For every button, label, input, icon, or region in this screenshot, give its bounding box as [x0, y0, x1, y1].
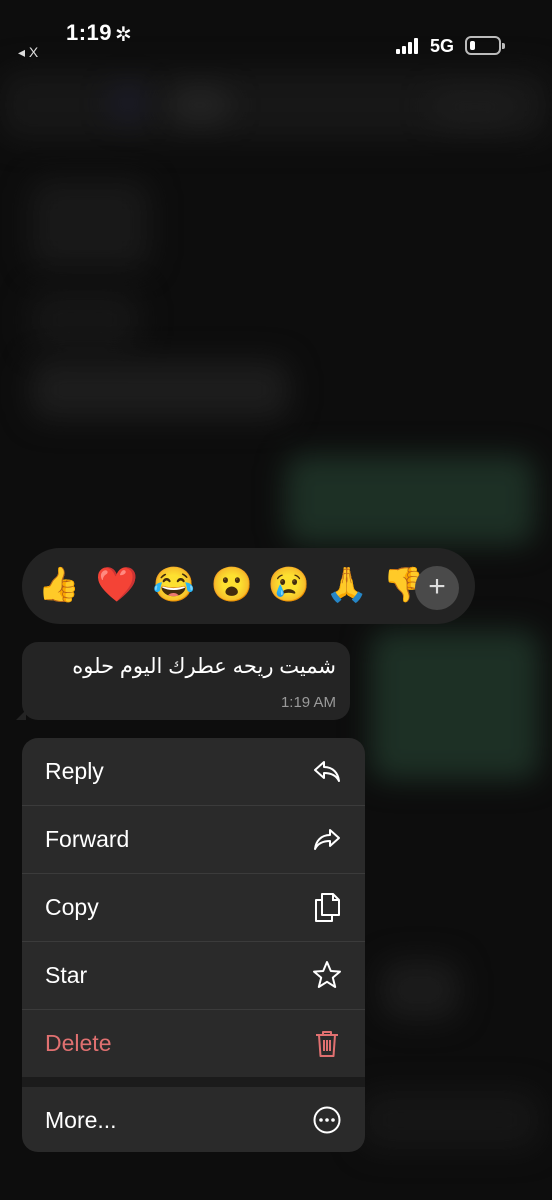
gear-icon: ✲	[115, 24, 132, 46]
plus-icon[interactable]: +	[415, 566, 459, 610]
back-to-app-link[interactable]: ◂ X	[18, 44, 38, 61]
forward-icon	[314, 829, 340, 850]
more-icon	[313, 1106, 341, 1134]
signal-icon	[396, 38, 422, 54]
star-icon	[313, 961, 341, 988]
reaction-bar: 👍 ❤️ 😂 😮 😢 🙏 👎	[22, 548, 475, 624]
menu-item-copy[interactable]: Copy	[22, 874, 365, 941]
trash-icon	[316, 1031, 338, 1057]
menu-item-label: Copy	[45, 894, 99, 920]
menu-item-forward[interactable]: Forward	[22, 806, 365, 873]
message-text: شميت ريحه عطرك اليوم حلوه	[72, 655, 336, 678]
menu-item-label: Forward	[45, 826, 130, 852]
status-time: 1:19	[66, 20, 113, 45]
menu-item-reply[interactable]: Reply	[22, 738, 365, 805]
battery-icon	[465, 36, 505, 55]
menu-item-label: Reply	[45, 758, 104, 784]
reaction-heart[interactable]: ❤️	[95, 565, 139, 605]
menu-item-star[interactable]: Star	[22, 942, 365, 1009]
reaction-surprised[interactable]: 😮	[210, 565, 254, 605]
reaction-sad[interactable]: 😢	[267, 565, 311, 605]
message-bubble: شميت ريحه عطرك اليوم حلوه 1:19 AM	[16, 642, 350, 720]
copy-icon	[315, 893, 340, 922]
reaction-thumbs-up[interactable]: 👍	[37, 565, 81, 605]
menu-item-label: Star	[45, 962, 88, 988]
network-type: 5G	[430, 36, 455, 56]
status-bar: 1:19 ✲ ◂ X 5G	[0, 0, 552, 80]
menu-item-label: More...	[45, 1107, 117, 1133]
menu-item-delete[interactable]: Delete	[22, 1010, 365, 1077]
menu-item-label: Delete	[45, 1030, 112, 1056]
menu-item-more[interactable]: More...	[22, 1087, 365, 1152]
reaction-laugh[interactable]: 😂	[152, 565, 196, 605]
message-timestamp: 1:19 AM	[280, 694, 336, 711]
reaction-pray[interactable]: 🙏	[325, 565, 369, 605]
message-context-menu: Reply Forward Copy Star Delete More...	[22, 738, 365, 1152]
reply-icon	[314, 761, 340, 782]
